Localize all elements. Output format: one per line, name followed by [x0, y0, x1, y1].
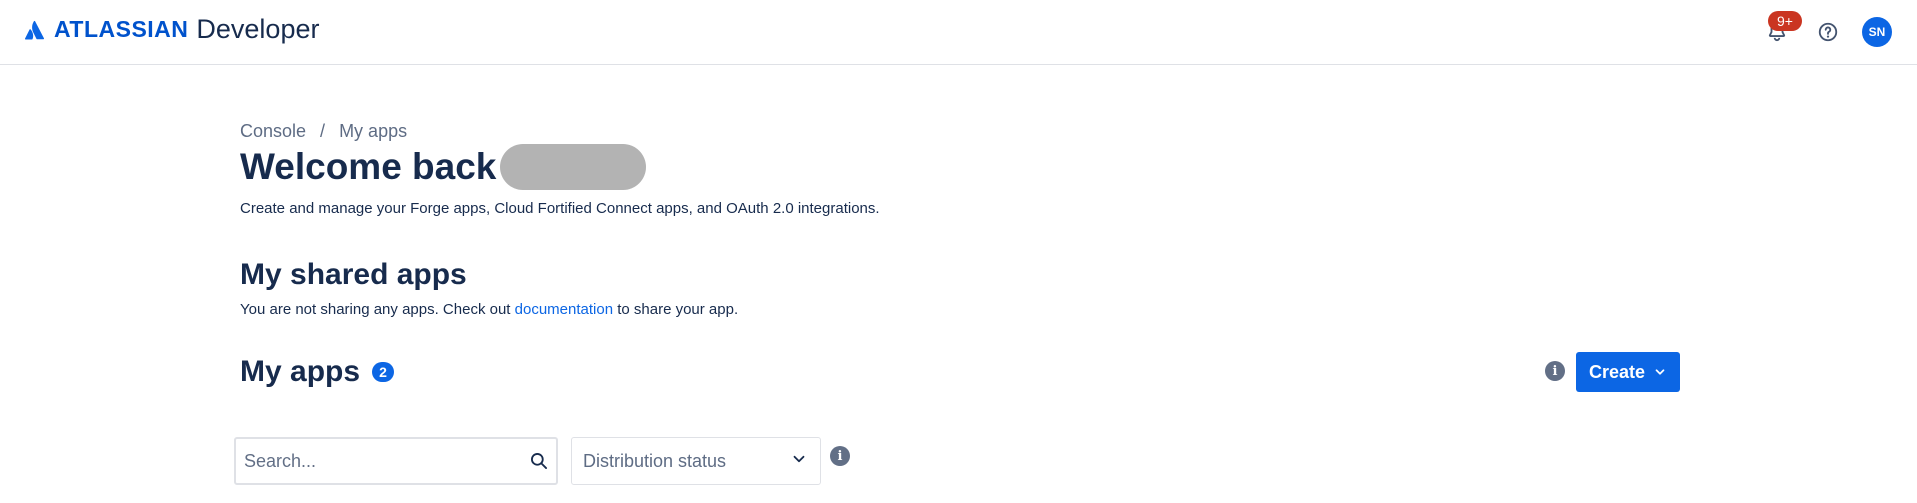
- notifications-count-badge: 9+: [1768, 11, 1802, 31]
- info-icon[interactable]: i: [1545, 361, 1565, 381]
- help-icon: [1818, 22, 1838, 42]
- documentation-link[interactable]: documentation: [515, 301, 613, 318]
- shared-apps-text-before: You are not sharing any apps. Check out: [240, 301, 515, 318]
- distribution-info-icon[interactable]: i: [830, 446, 850, 466]
- distribution-status-placeholder: Distribution status: [583, 450, 727, 471]
- redacted-user-name: [500, 144, 647, 190]
- page-subtitle: Create and manage your Forge apps, Cloud…: [240, 200, 880, 217]
- my-apps-heading: My apps: [240, 355, 361, 388]
- shared-apps-heading: My shared apps: [240, 258, 467, 291]
- user-avatar[interactable]: SN: [1862, 17, 1892, 47]
- my-apps-header: My apps 2: [240, 355, 395, 389]
- product-name: Developer: [196, 14, 320, 44]
- chevron-down-icon: [790, 450, 808, 473]
- search-input[interactable]: [236, 438, 522, 484]
- breadcrumb-separator: /: [320, 121, 326, 141]
- welcome-text: Welcome back: [240, 146, 497, 187]
- create-button[interactable]: Create: [1576, 352, 1680, 392]
- atlassian-developer-logo[interactable]: ATLASSIAN Developer: [24, 14, 319, 45]
- chevron-down-icon: [1653, 365, 1667, 379]
- search-icon[interactable]: [522, 451, 556, 471]
- help-button[interactable]: [1811, 15, 1845, 49]
- brand-wordmark: ATLASSIAN: [54, 16, 189, 42]
- atlassian-logo-icon: [24, 20, 45, 39]
- breadcrumb-my-apps[interactable]: My apps: [339, 121, 407, 142]
- create-button-label: Create: [1588, 361, 1646, 382]
- page-title: Welcome back: [240, 144, 647, 190]
- shared-apps-description: You are not sharing any apps. Check out …: [240, 301, 738, 318]
- breadcrumb: Console / My apps: [240, 121, 407, 142]
- distribution-status-select[interactable]: Distribution status: [571, 437, 821, 485]
- search-field[interactable]: [234, 437, 558, 485]
- breadcrumb-console[interactable]: Console: [240, 121, 306, 142]
- apps-count-badge: 2: [372, 362, 395, 382]
- top-navigation-bar: ATLASSIAN Developer 9+ SN: [0, 0, 1917, 65]
- shared-apps-text-after: to share your app.: [613, 301, 739, 318]
